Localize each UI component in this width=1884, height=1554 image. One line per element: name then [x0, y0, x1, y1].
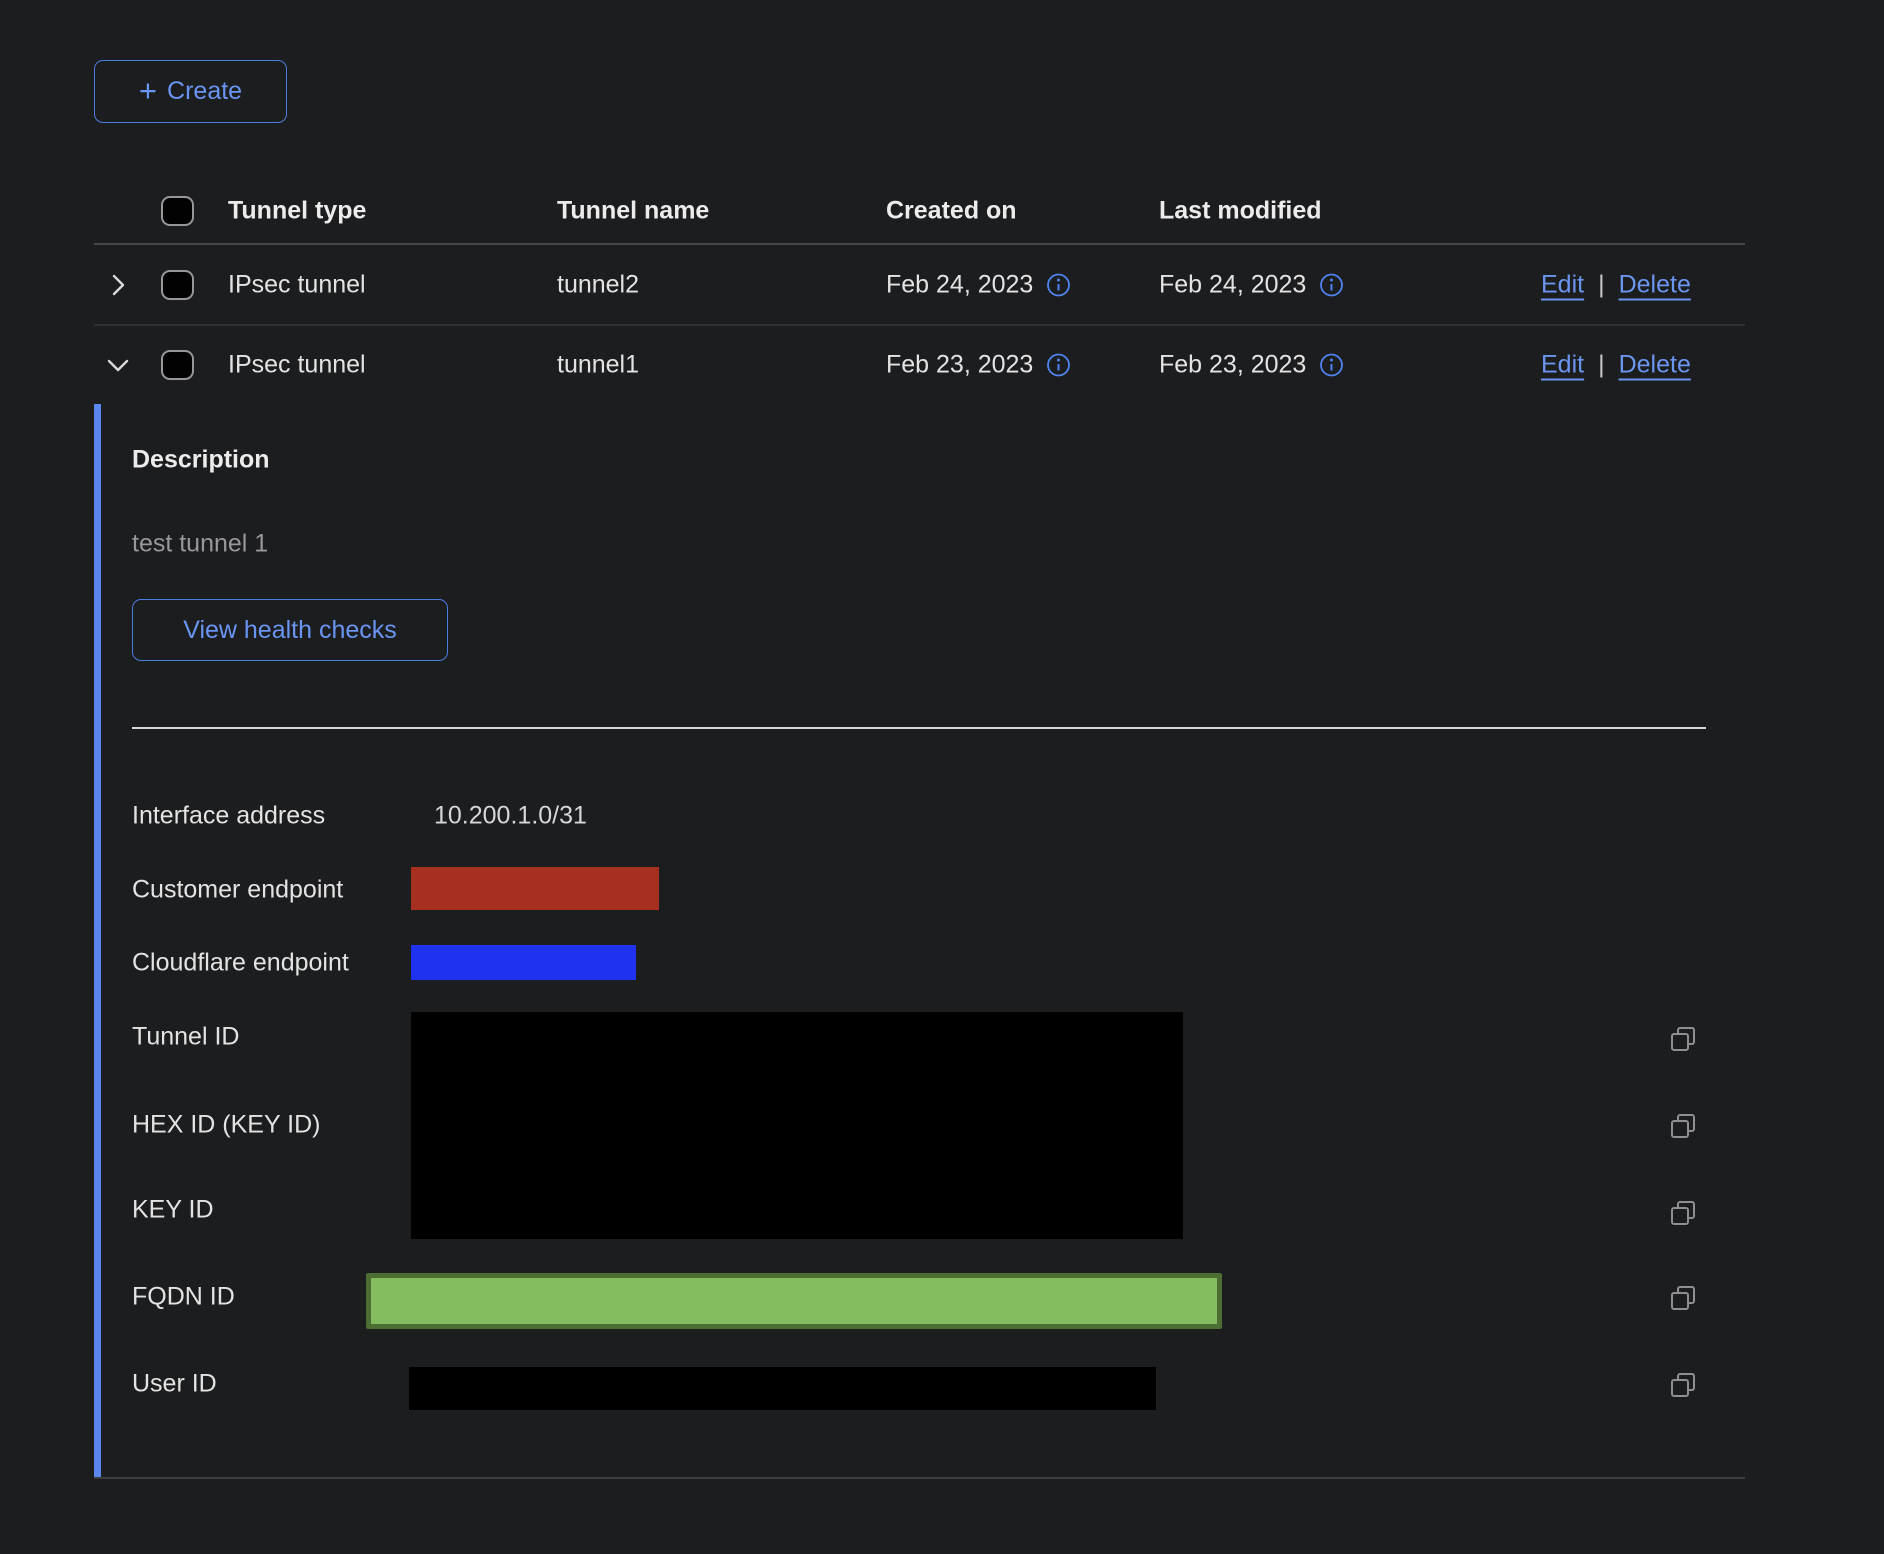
- interface-address-value: 10.200.1.0/31: [434, 802, 587, 831]
- fqdn-id-label: FQDN ID: [132, 1283, 235, 1312]
- cloudflare-endpoint-redacted-value: [411, 945, 636, 980]
- ids-redacted-value-block: [411, 1012, 1183, 1239]
- delete-link[interactable]: Delete: [1619, 270, 1691, 299]
- actions-separator: |: [1598, 270, 1605, 299]
- select-all-checkbox[interactable]: [161, 196, 194, 226]
- copy-icon[interactable]: [1668, 1024, 1698, 1054]
- created-date: Feb 23, 2023: [886, 351, 1033, 380]
- created-date: Feb 24, 2023: [886, 270, 1033, 299]
- last-modified-cell: Feb 23, 2023: [1159, 351, 1344, 380]
- plus-icon: +: [139, 75, 157, 106]
- info-icon[interactable]: [1046, 272, 1071, 297]
- table-row: IPsec tunnel tunnel2 Feb 24, 2023 Feb 24…: [0, 245, 1884, 324]
- header-tunnel-name: Tunnel name: [557, 197, 709, 226]
- last-modified-cell: Feb 24, 2023: [1159, 270, 1344, 299]
- header-last-modified: Last modified: [1159, 197, 1322, 226]
- created-on-cell: Feb 24, 2023: [886, 270, 1071, 299]
- chevron-down-icon[interactable]: [103, 350, 133, 380]
- edit-link[interactable]: Edit: [1541, 270, 1584, 299]
- panel-divider: [132, 727, 1706, 729]
- customer-endpoint-redacted-value: [411, 867, 659, 910]
- customer-endpoint-label: Customer endpoint: [132, 876, 343, 905]
- row-checkbox[interactable]: [161, 270, 194, 300]
- table-row: IPsec tunnel tunnel1 Feb 23, 2023 Feb 23…: [0, 326, 1884, 404]
- fqdn-id-redacted-value: [366, 1273, 1222, 1329]
- table-header-row: Tunnel type Tunnel name Created on Last …: [0, 178, 1884, 244]
- header-tunnel-type: Tunnel type: [228, 197, 366, 226]
- cloudflare-endpoint-label: Cloudflare endpoint: [132, 949, 349, 978]
- tunnel-name-cell: tunnel1: [557, 351, 639, 380]
- copy-icon[interactable]: [1668, 1370, 1698, 1400]
- description-value: test tunnel 1: [132, 530, 268, 559]
- view-health-checks-button[interactable]: View health checks: [132, 599, 448, 661]
- row-checkbox[interactable]: [161, 350, 194, 380]
- create-button[interactable]: + Create: [94, 60, 287, 123]
- row-actions: Edit | Delete: [1541, 351, 1691, 380]
- interface-address-label: Interface address: [132, 802, 325, 831]
- tunnel-type-cell: IPsec tunnel: [228, 351, 366, 380]
- create-button-label: Create: [167, 77, 242, 106]
- key-id-label: KEY ID: [132, 1196, 214, 1225]
- tunnel-name-cell: tunnel2: [557, 270, 639, 299]
- edit-link[interactable]: Edit: [1541, 351, 1584, 380]
- user-id-redacted-value: [409, 1367, 1156, 1410]
- description-heading: Description: [132, 446, 270, 475]
- info-icon[interactable]: [1319, 272, 1344, 297]
- panel-bottom-divider: [94, 1477, 1745, 1479]
- info-icon[interactable]: [1046, 353, 1071, 378]
- row-actions: Edit | Delete: [1541, 270, 1691, 299]
- expanded-panel-accent-bar: [94, 404, 101, 1478]
- copy-icon[interactable]: [1668, 1198, 1698, 1228]
- copy-icon[interactable]: [1668, 1283, 1698, 1313]
- user-id-label: User ID: [132, 1370, 217, 1399]
- delete-link[interactable]: Delete: [1619, 351, 1691, 380]
- header-created-on: Created on: [886, 197, 1017, 226]
- tunnel-id-label: Tunnel ID: [132, 1023, 239, 1052]
- tunnels-page: + Create Tunnel type Tunnel name Created…: [0, 0, 1884, 1554]
- hex-id-label: HEX ID (KEY ID): [132, 1111, 320, 1140]
- copy-icon[interactable]: [1668, 1111, 1698, 1141]
- modified-date: Feb 23, 2023: [1159, 351, 1306, 380]
- info-icon[interactable]: [1319, 353, 1344, 378]
- tunnel-type-cell: IPsec tunnel: [228, 270, 366, 299]
- modified-date: Feb 24, 2023: [1159, 270, 1306, 299]
- created-on-cell: Feb 23, 2023: [886, 351, 1071, 380]
- chevron-right-icon[interactable]: [103, 270, 133, 300]
- view-health-checks-label: View health checks: [183, 616, 397, 645]
- actions-separator: |: [1598, 351, 1605, 380]
